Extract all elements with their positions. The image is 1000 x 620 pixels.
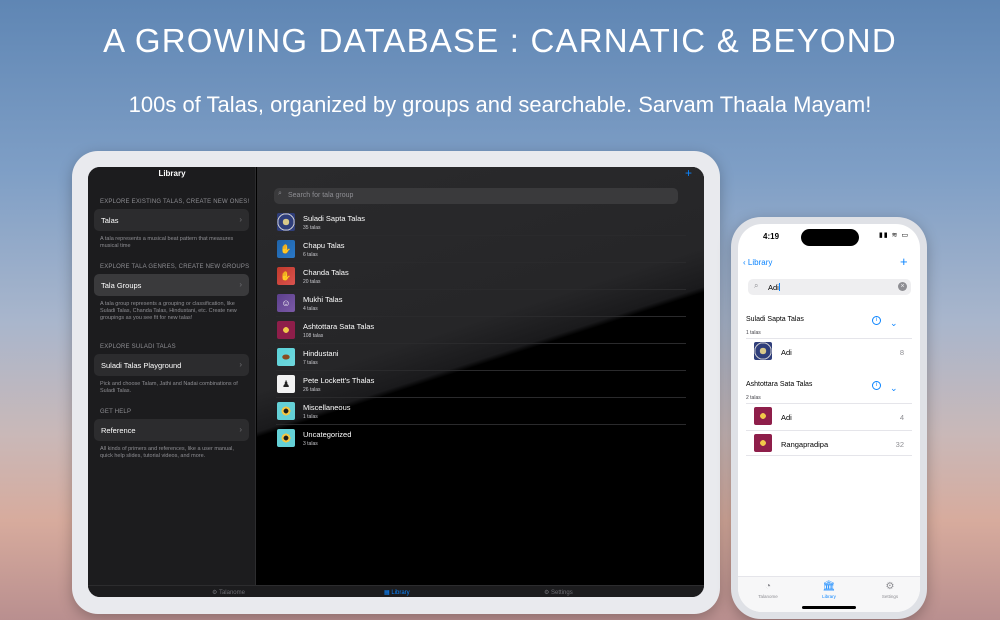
sidebar-item-label: Talas: [101, 216, 119, 225]
tab-talanome[interactable]: ⚙ Talanome: [212, 589, 245, 596]
dancer-icon: ✋: [277, 240, 295, 258]
emblem-icon: [754, 434, 772, 452]
section-title: Ashtottara Sata Talas: [746, 381, 813, 388]
list-item[interactable]: ♟ Pete Lockett's Thalas 26 talas: [276, 371, 686, 398]
uncat-icon: [277, 429, 295, 447]
search-icon: ⌕: [278, 190, 282, 197]
search-value: Adi: [768, 283, 779, 292]
section-header-tala-groups: EXPLORE TALA GENRES, CREATE NEW GROUPS: [100, 264, 250, 270]
section-note-suladi: Pick and choose Talam, Jathi and Nadai c…: [100, 381, 238, 394]
library-icon: 🏛: [822, 581, 836, 592]
tab-talanome[interactable]: ◔ Talanome: [748, 581, 788, 599]
dancer-red-icon: ✋: [277, 267, 295, 285]
headline: A GROWING DATABASE : CARNATIC & BEYOND: [103, 22, 897, 59]
list-item[interactable]: Suladi Sapta Talas 35 talas: [276, 209, 686, 236]
list-item[interactable]: Miscellaneous 1 talas: [276, 398, 686, 425]
chevron-right-icon: ›: [239, 215, 242, 224]
tala-group-list-pane: + ⌕ Search for tala group Suladi Sapta T…: [257, 167, 704, 585]
drummer-icon: ♟: [277, 375, 295, 393]
search-input[interactable]: ⌕ Adi ×: [748, 279, 911, 295]
list-item[interactable]: ✋ Chanda Talas 20 talas: [276, 263, 686, 290]
metronome-icon: ◔: [764, 581, 772, 592]
section-note-talas: A tala represents a musical beat pattern…: [100, 236, 234, 249]
info-icon[interactable]: i: [872, 316, 881, 325]
sidebar-item-label: Suladi Talas Playground: [101, 361, 182, 370]
search-input[interactable]: ⌕ Search for tala group: [274, 188, 678, 204]
section-header-talas: EXPLORE EXISTING TALAS, CREATE NEW ONES!: [100, 199, 250, 205]
status-icons: ▮▮ ≋ ▭: [879, 232, 910, 239]
status-time: 4:19: [763, 232, 780, 241]
list-item[interactable]: ✋ Chapu Talas 6 talas: [276, 236, 686, 263]
ipad-screen: Library EXPLORE EXISTING TALAS, CREATE N…: [88, 167, 704, 597]
chevron-left-icon: ‹: [743, 258, 746, 267]
chevron-right-icon: ›: [239, 360, 242, 369]
chevron-right-icon: ›: [239, 425, 242, 434]
sidebar-item-label: Tala Groups: [101, 281, 142, 290]
text-cursor: [778, 283, 780, 291]
library-sidebar: Library EXPLORE EXISTING TALAS, CREATE N…: [88, 167, 256, 585]
seal-icon: [754, 342, 772, 360]
section-title: Suladi Sapta Talas: [746, 316, 804, 323]
tab-library[interactable]: ▦ Library: [384, 589, 410, 596]
tabla-icon: ⬬: [277, 348, 295, 366]
chevron-right-icon: ›: [239, 280, 242, 289]
sidebar-item-label: Reference: [101, 426, 136, 435]
ipad-device: Library EXPLORE EXISTING TALAS, CREATE N…: [72, 151, 720, 614]
search-icon: ⌕: [754, 281, 759, 290]
section-header-help: GET HELP: [100, 409, 132, 415]
gear-icon: ⚙: [885, 581, 895, 592]
list-item[interactable]: Ashtottara Sata Talas 108 talas: [276, 317, 686, 344]
tab-settings[interactable]: ⚙ Settings: [544, 589, 573, 596]
sidebar-title: Library: [158, 169, 186, 178]
tab-settings[interactable]: ⚙ Settings: [870, 581, 910, 599]
section-count: 2 talas: [746, 395, 761, 401]
search-placeholder: Search for tala group: [288, 192, 354, 199]
table-row[interactable]: Adi 8: [746, 338, 912, 364]
add-group-button[interactable]: +: [685, 167, 692, 180]
table-row[interactable]: Rangapradipa 32: [746, 430, 912, 456]
sidebar-item-talas[interactable]: Talas ›: [94, 209, 249, 231]
add-tala-button[interactable]: +: [900, 254, 908, 269]
home-indicator: [802, 606, 856, 609]
table-row[interactable]: Adi 4: [746, 403, 912, 429]
iphone-device: 4:19 ▮▮ ≋ ▭ ‹ Library + ⌕ Adi × Suladi S…: [731, 217, 927, 619]
chevron-down-icon[interactable]: ⌄: [890, 383, 898, 394]
section-note-help: All kinds of primers and references, lik…: [100, 446, 234, 459]
clear-icon[interactable]: ×: [898, 282, 907, 291]
sidebar-item-tala-groups[interactable]: Tala Groups ›: [94, 274, 249, 296]
subhead: 100s of Talas, organized by groups and s…: [128, 92, 872, 117]
chevron-down-icon[interactable]: ⌄: [890, 318, 898, 329]
emblem-icon: [754, 407, 772, 425]
section-note-tala-groups: A tala group represents a grouping or cl…: [100, 301, 237, 321]
section-header-suladi: EXPLORE SULADI TALAS: [100, 344, 176, 350]
seal-icon: [277, 213, 295, 231]
sidebar-item-suladi-playground[interactable]: Suladi Talas Playground ›: [94, 354, 249, 376]
misc-icon: [277, 402, 295, 420]
figure-icon: ☺: [277, 294, 295, 312]
iphone-screen: 4:19 ▮▮ ≋ ▭ ‹ Library + ⌕ Adi × Suladi S…: [738, 224, 920, 612]
info-icon[interactable]: i: [872, 381, 881, 390]
sidebar-item-reference[interactable]: Reference ›: [94, 419, 249, 441]
emblem-icon: [277, 321, 295, 339]
dynamic-island: [801, 229, 859, 246]
tab-library[interactable]: 🏛 Library: [809, 581, 849, 599]
list-item[interactable]: ☺ Mukhi Talas 4 talas: [276, 290, 686, 317]
list-item[interactable]: ⬬ Hindustani 7 talas: [276, 344, 686, 371]
back-button[interactable]: ‹ Library: [743, 258, 772, 267]
ipad-tab-bar: ⚙ Talanome ▦ Library ⚙ Settings: [88, 585, 704, 597]
section-count: 1 talas: [746, 330, 761, 336]
list-item[interactable]: Uncategorized 3 talas: [276, 425, 686, 452]
